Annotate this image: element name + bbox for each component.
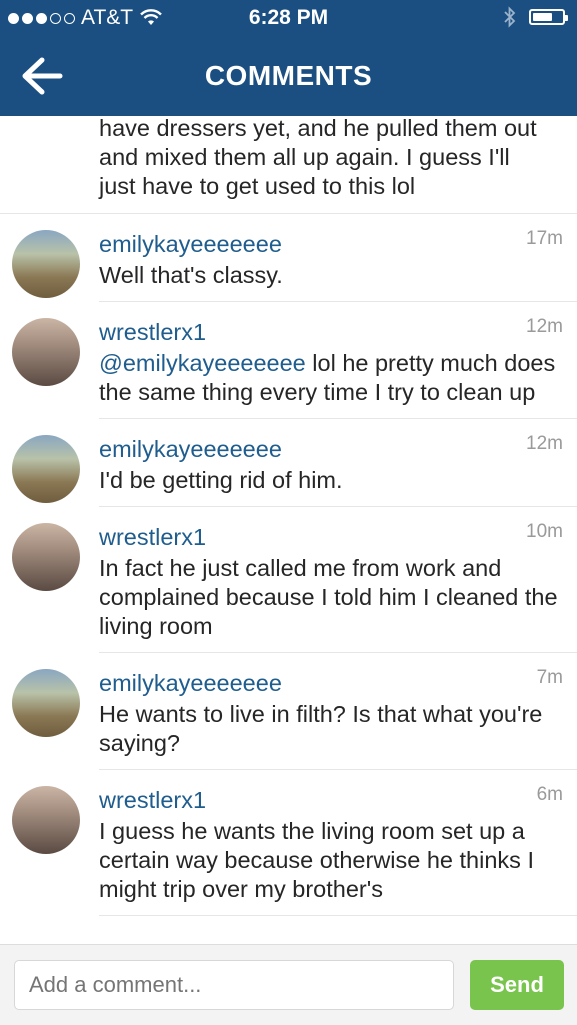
avatar[interactable] — [12, 523, 80, 591]
avatar[interactable] — [12, 786, 80, 854]
top-bar: AT&T 6:28 PM COMMENTS — [0, 0, 577, 116]
comment-age: 12m — [526, 316, 563, 337]
comment-item: wrestlerx1 12m @emilykayeeeeeee lol he p… — [0, 302, 577, 419]
avatar[interactable] — [12, 669, 80, 737]
comment-age: 12m — [526, 433, 563, 454]
comment-text: I guess he wants the living room set up … — [99, 818, 534, 902]
partial-comment-text: have dressers yet, and he pulled them ou… — [0, 116, 577, 214]
comment-username[interactable]: wrestlerx1 — [99, 786, 563, 814]
comment-item: emilykayeeeeeee 12m I'd be getting rid o… — [0, 419, 577, 507]
status-right — [503, 6, 568, 28]
comment-item: emilykayeeeeeee 7m He wants to live in f… — [0, 653, 577, 770]
comment-username[interactable]: emilykayeeeeeee — [99, 669, 563, 697]
page-title: COMMENTS — [204, 60, 373, 91]
mention-link[interactable]: @emilykayeeeeeee — [99, 350, 306, 376]
bluetooth-icon — [504, 6, 516, 28]
comment-username[interactable]: emilykayeeeeeee — [99, 435, 563, 463]
battery-icon — [529, 9, 568, 25]
comment-composer: Send — [0, 944, 577, 1025]
comment-age: 6m — [536, 784, 563, 805]
nav-bar: COMMENTS — [0, 38, 577, 116]
comment-item: wrestlerx1 6m I guess he wants the livin… — [0, 770, 577, 916]
comment-text: I'd be getting rid of him. — [99, 467, 343, 493]
comment-item: wrestlerx1 10m In fact he just called me… — [0, 507, 577, 653]
send-button[interactable]: Send — [470, 960, 564, 1010]
comment-username[interactable]: wrestlerx1 — [99, 318, 563, 346]
comment-text: @emilykayeeeeeee lol he pretty much does… — [99, 349, 563, 407]
comment-input[interactable] — [14, 960, 454, 1010]
comment-username[interactable]: emilykayeeeeeee — [99, 230, 563, 258]
comment-age: 7m — [536, 667, 563, 688]
comment-text: Well that's classy. — [99, 262, 283, 288]
status-time: 6:28 PM — [248, 6, 329, 29]
avatar[interactable] — [12, 318, 80, 386]
comment-text: He wants to live in filth? Is that what … — [99, 701, 543, 756]
avatar[interactable] — [12, 230, 80, 298]
comment-age: 17m — [526, 228, 563, 249]
status-bar: AT&T 6:28 PM — [0, 0, 577, 38]
comment-age: 10m — [526, 521, 563, 542]
comment-username[interactable]: wrestlerx1 — [99, 523, 563, 551]
comments-feed[interactable]: have dressers yet, and he pulled them ou… — [0, 116, 577, 944]
comment-text: In fact he just called me from work and … — [99, 555, 558, 639]
avatar[interactable] — [12, 435, 80, 503]
comment-item: emilykayeeeeeee 17m Well that's classy. — [0, 214, 577, 302]
